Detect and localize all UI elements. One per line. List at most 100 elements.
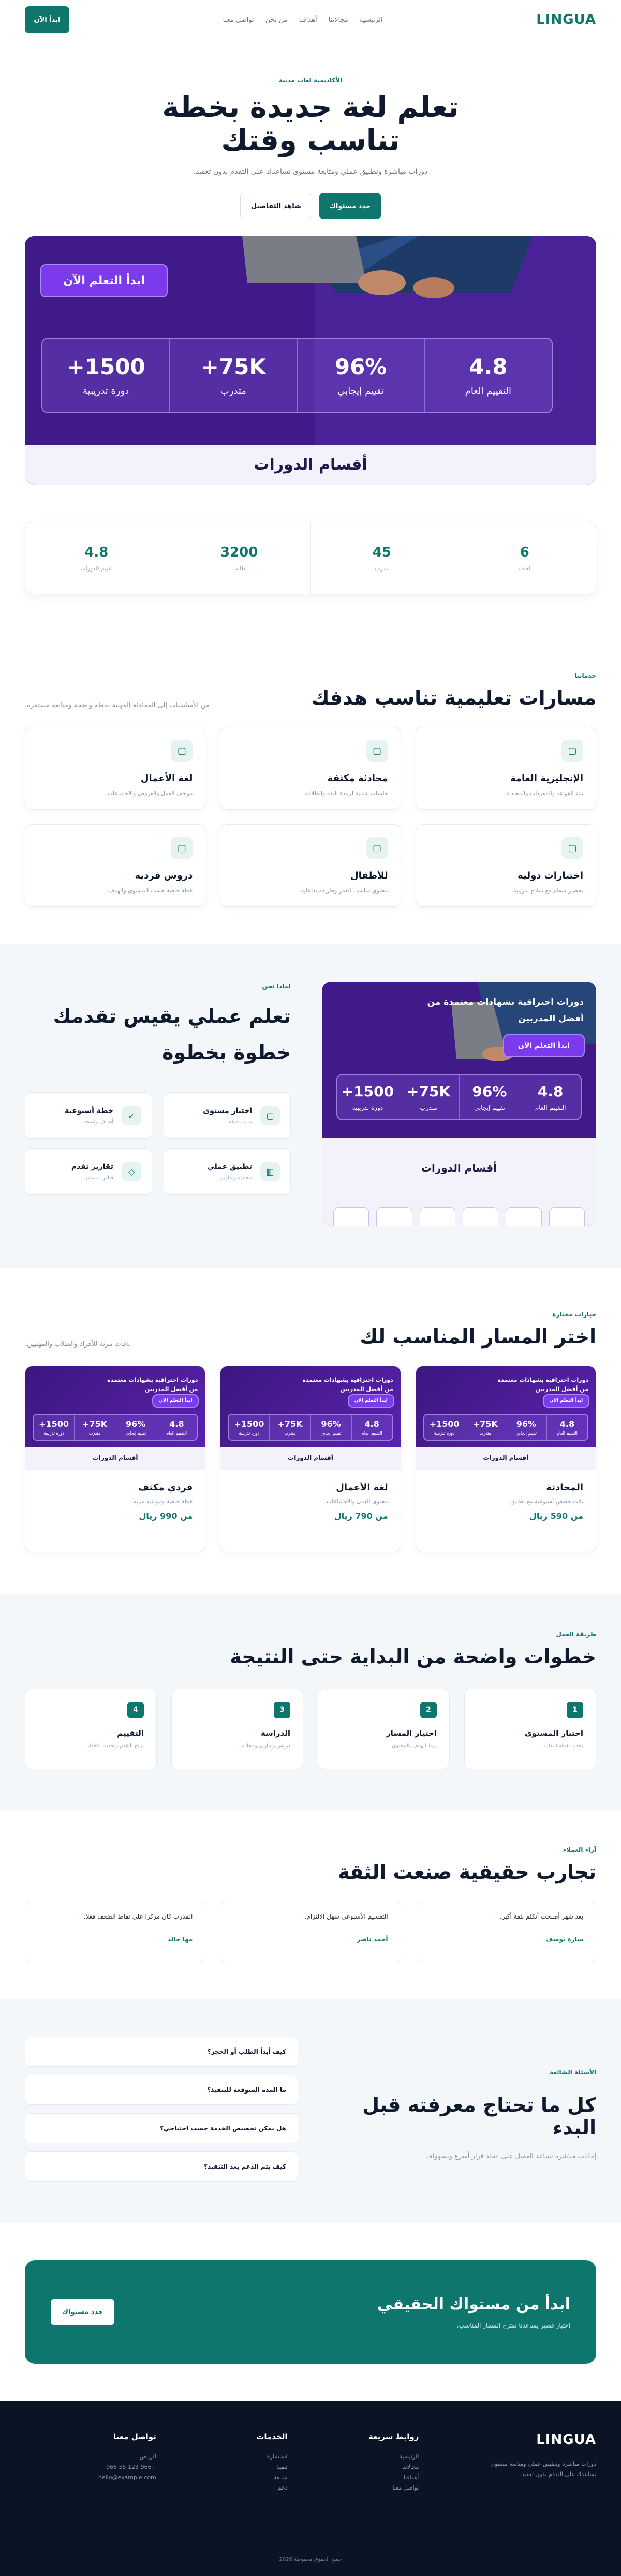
feature-card: ▥ تطبيق عملي محادثة وتمارين [164,1148,291,1195]
promo-stat: 1500+ دورة تدريبية [66,354,145,397]
feature-card: ▢ اختبار مستوى بداية دقيقة [164,1092,291,1139]
footer-link[interactable]: مجالاتنا [288,2462,419,2472]
steps-section: طريقة العمل خطوات واضحة من البداية حتى ا… [0,1594,621,1810]
why-title: تعلم عملي يقيس تقدمك خطوة بخطوة [53,1005,291,1064]
faq-question[interactable]: ما المدة المتوقعة للتنفيذ؟ [25,2075,298,2105]
hero-section: الأكاديمية لغات مدينة تعلم لغة جديدة بخط… [25,39,596,594]
chat-icon: ▢ [260,1106,280,1125]
footer-column-title: الخدمات [256,2432,288,2441]
footer-link[interactable]: أهدافنا [288,2472,419,2483]
promo-stat: 96% تقييم إيجابي [297,339,424,412]
chat-icon: ▢ [561,740,583,762]
footer-contact-phone[interactable]: +966 123 55 966 [25,2462,156,2472]
promo-stat: 75K+ متدرب [169,339,297,412]
top-nav: LINGUA الرئيسية مجالاتنا أهدافنا من نحن … [25,0,596,39]
why-eyebrow: لماذا نحن [262,983,291,990]
shield-icon: ◇ [122,1162,141,1181]
steps-title: خطوات واضحة من البداية حتى النتيجة [230,1645,596,1668]
promo-stat: 96% تقييم إيجابي [459,1075,520,1119]
testimonials-eyebrow: آراء العملاء [563,1846,596,1853]
category-tiles [333,1207,585,1226]
footer-link[interactable]: تنفيذ [156,2462,288,2472]
stat-item: 3200 طالب [167,522,310,594]
step-number: 2 [420,1702,437,1718]
chat-icon: ▢ [366,837,388,859]
promo-stat: 4.8 التقييم العام [520,1075,581,1119]
program-card[interactable]: ▢ اختبارات دولية تحضير منظم مع نماذج تدريب… [415,824,596,907]
faq-eyebrow: الأسئلة الشائعة [550,2069,596,2076]
faq-section: الأسئلة الشائعة كل ما تحتاج معرفته قبل ا… [0,1999,621,2223]
testimonials-title: تجارب حقيقية صنعت الثقة [338,1861,596,1883]
site-footer: LINGUA دورات مباشرة وتطبيق عملي ومتابعة … [0,2401,621,2576]
program-card[interactable]: ▢ لغة الأعمال مواقف العمل والعروض والاجتما… [25,727,206,810]
plan-price: من 790 ريال [334,1511,388,1521]
plan-image: دورات احترافية بشهادات معتمدة من أفضل ال… [25,1366,205,1470]
faq-question[interactable]: هل يمكن تخصيص الخدمة حسب احتياجي؟ [25,2113,298,2143]
why-start-learning-button[interactable]: ابدأ التعلم الآن [504,1035,584,1056]
plan-title: لغة الأعمال [336,1482,388,1493]
nav-links: الرئيسية مجالاتنا أهدافنا من نحن تواصل م… [223,16,383,24]
plans-description: باقات مرنة للأفراد والطلاب والمهنيين. [25,1340,130,1348]
footer-contact-email[interactable]: hello@example.com [25,2472,156,2483]
promo-start-learning-button[interactable]: ابدأ التعلم الآن [41,265,167,296]
footer-link[interactable]: الرئيسية [288,2452,419,2462]
footer-logo[interactable]: LINGUA [419,2432,596,2448]
chat-icon: ▢ [171,740,193,762]
testimonial-card: التقسيم الأسبوعي سهل الالتزام. أحمد ناصر [220,1901,401,1963]
chat-icon: ▢ [561,837,583,859]
footer-link[interactable]: متابعة [156,2472,288,2483]
faq-question[interactable]: كيف يتم الدعم بعد التنفيذ؟ [25,2151,298,2182]
nav-link-fields[interactable]: مجالاتنا [329,16,348,24]
plans-section: خيارات مختارة اختر المسار المناسب لك باق… [25,1268,596,1552]
hero-subtitle: دورات مباشرة وتطبيق عملي ومتابعة مستوى ت… [193,168,428,176]
faq-title: كل ما تحتاج معرفته قبل البدء [362,2094,596,2139]
programs-title: مسارات تعليمية تناسب هدفك [311,686,596,709]
cta-title: ابدأ من مستواك الحقيقي [377,2295,570,2314]
plan-card[interactable]: دورات احترافية بشهادات معتمدة من أفضل ال… [220,1366,401,1552]
testimonial-author: مها خالد [167,1936,193,1943]
plan-price: من 990 ريال [139,1511,193,1521]
feature-card: ✓ خطة أسبوعية أهداف واضحة [25,1092,152,1139]
step-number: 3 [274,1702,290,1718]
program-card[interactable]: ▢ الإنجليزية العامة بناء القواعد والمفردات… [415,727,596,810]
nav-link-about[interactable]: من نحن [265,16,288,24]
footer-contact-city: الرياض [139,2453,156,2460]
nav-link-goals[interactable]: أهدافنا [299,16,317,24]
plan-card[interactable]: دورات احترافية بشهادات معتمدة من أفضل ال… [25,1366,206,1552]
plan-title: فردي مكثف [138,1482,193,1493]
check-icon: ✓ [122,1106,141,1125]
start-now-button[interactable]: ابدأ الآن [25,6,69,33]
programs-section: خدماتنا مسارات تعليمية تناسب هدفك من الأ… [25,594,596,907]
stat-item: 6 لغات [453,522,596,594]
program-card[interactable]: ▢ للأطفال محتوى مناسب للعمر وطريقة تفاعلية… [220,824,401,907]
promo-stats-panel: 4.8 التقييم العام 96% تقييم إيجابي 75K+ متد… [41,338,553,413]
footer-link[interactable]: تواصل معنا [288,2483,419,2493]
brand-logo[interactable]: LINGUA [536,12,596,27]
footer-description: دورات مباشرة وتطبيق عملي ومتابعة مستوى ت… [490,2461,596,2478]
footer-link[interactable]: استشارة [156,2452,288,2462]
why-promo-headline: دورات احترافية بشهادات معتمدة من أفضل ال… [427,997,584,1024]
steps-eyebrow: طريقة العمل [556,1631,596,1638]
stat-item: 45 مدرب [310,522,453,594]
why-promo-image: دورات احترافية بشهادات معتمدة من أفضل ال… [322,982,596,1226]
testimonials-section: آراء العملاء تجارب حقيقية صنعت الثقة بعد… [25,1810,596,1963]
copyright: جميع الحقوق محفوظة 2026 [25,2541,596,2563]
find-level-button[interactable]: حدد مستواك [319,193,381,219]
promo-stat: 75K+ متدرب [397,1075,459,1119]
nav-link-home[interactable]: الرئيسية [360,16,383,24]
footer-link[interactable]: دعم [156,2483,288,2493]
programs-description: من الأساسيات إلى المحادثة المهنية بخطة و… [25,701,210,709]
cta-banner: ابدأ من مستواك الحقيقي اختبار قصير يساعد… [25,2260,596,2364]
nav-link-contact[interactable]: تواصل معنا [223,16,254,24]
cta-text: اختبار قصير يساعدنا نقترح المسار المناسب… [456,2321,570,2329]
hero-promo-image: ابدأ التعلم الآن 4.8 التقييم العام 96% تقي… [25,236,596,485]
testimonial-card: بعد شهر أصبحت أتكلم بثقة أكبر. سارة يوسف [415,1901,596,1963]
faq-question[interactable]: كيف أبدأ الطلب أو الحجز؟ [25,2037,298,2067]
program-card[interactable]: ▢ محادثة مكثفة جلسات عملية لزيادة الثقة وا… [220,727,401,810]
plan-title: المحادثة [546,1482,583,1493]
cta-find-level-button[interactable]: حدد مستواك [51,2299,115,2325]
plan-card[interactable]: دورات احترافية بشهادات معتمدة من أفضل ال… [415,1366,596,1552]
program-card[interactable]: ▢ دروس فردية خطة خاصة حسب المستوى والهدف. [25,824,206,907]
testimonial-author: أحمد ناصر [357,1936,388,1943]
view-details-button[interactable]: شاهد التفاصيل [240,193,312,219]
